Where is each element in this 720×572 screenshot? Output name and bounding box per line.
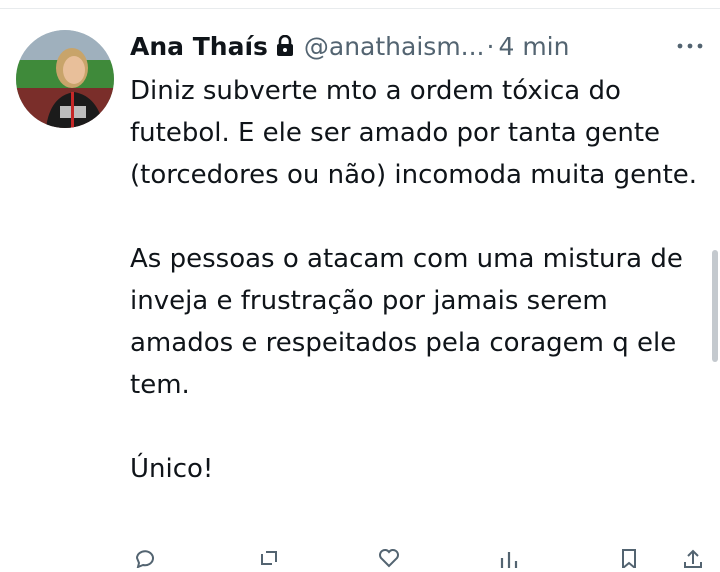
tweet-paragraph: Único!: [130, 454, 214, 484]
author-name[interactable]: Ana Thaís: [130, 32, 268, 61]
separator-dot: ·: [486, 31, 495, 61]
views-icon[interactable]: [498, 548, 520, 568]
bookmark-icon[interactable]: [618, 548, 640, 571]
action-bar: [130, 548, 705, 571]
author-handle[interactable]: @anathaism...: [304, 32, 485, 61]
tweet-paragraph: Diniz subverte mto a ordem tóxica do fut…: [130, 76, 698, 190]
scrollbar-thumb[interactable]: [712, 250, 718, 362]
share-icon[interactable]: [682, 548, 704, 568]
more-icon[interactable]: [674, 36, 706, 56]
lock-icon: [276, 35, 294, 57]
timestamp[interactable]: 4 min: [498, 32, 569, 61]
avatar[interactable]: [16, 30, 114, 128]
like-icon[interactable]: [378, 548, 400, 568]
tweet-paragraph: As pessoas o atacam com uma mistura de i…: [130, 244, 683, 400]
top-divider: [0, 8, 720, 9]
avatar-photo: [16, 30, 114, 128]
tweet-header: Ana Thaís @anathaism... · 4 min: [130, 26, 569, 66]
retweet-icon[interactable]: [258, 548, 280, 568]
reply-icon[interactable]: [134, 548, 156, 569]
tweet-text: Diniz subverte mto a ordem tóxica do fut…: [130, 70, 705, 532]
